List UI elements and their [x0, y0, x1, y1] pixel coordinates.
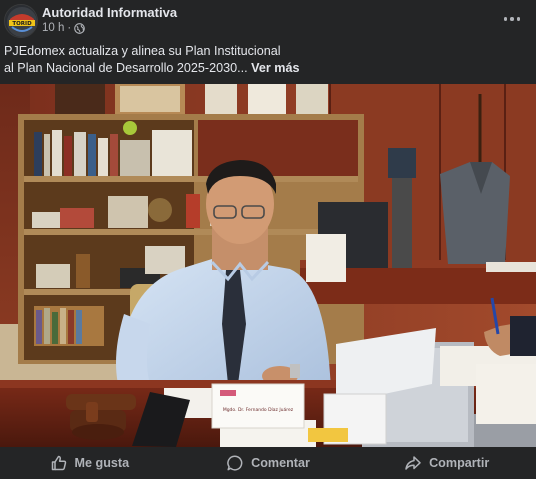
comment-button[interactable]: Comentar: [179, 447, 358, 479]
comment-bubble-icon: [227, 455, 243, 471]
meeting-photo-icon: Mgdo. Dr. Fernando Díaz Juárez: [0, 84, 536, 447]
post-action-bar: Me gusta Comentar Compartir: [0, 447, 536, 479]
more-dot-icon: [503, 17, 508, 21]
meta-separator: ·: [67, 22, 72, 34]
post-caption: PJEdomex actualiza y alinea su Plan Inst…: [4, 43, 524, 77]
globe-icon: [74, 22, 86, 34]
thumbs-up-icon: [51, 455, 66, 471]
news-logo-avatar-icon: TORID: [5, 5, 37, 37]
more-options-button[interactable]: [500, 9, 524, 29]
post-meta: 10 h ·: [42, 22, 86, 34]
nameplate-text: Mgdo. Dr. Fernando Díaz Juárez: [223, 406, 294, 413]
author-name[interactable]: Autoridad Informativa: [42, 5, 177, 20]
share-button[interactable]: Compartir: [357, 447, 536, 479]
facebook-post: TORID Autoridad Informativa 10 h · PJEdo…: [0, 0, 536, 479]
more-dot-icon: [516, 17, 521, 21]
share-arrow-icon: [405, 456, 421, 470]
post-time[interactable]: 10 h: [42, 22, 64, 34]
see-more-link[interactable]: Ver más: [251, 61, 299, 75]
caption-line-1: PJEdomex actualiza y alinea su Plan Inst…: [4, 44, 281, 58]
author-avatar[interactable]: TORID: [4, 4, 38, 38]
caption-line-2: al Plan Nacional de Desarrollo 2025-2030…: [4, 61, 248, 75]
post-header: TORID Autoridad Informativa 10 h ·: [0, 0, 536, 40]
like-button[interactable]: Me gusta: [0, 447, 179, 479]
like-label: Me gusta: [74, 456, 130, 470]
share-label: Compartir: [429, 456, 490, 470]
comment-label: Comentar: [251, 456, 310, 470]
post-photo[interactable]: Mgdo. Dr. Fernando Díaz Juárez: [0, 84, 536, 447]
svg-text:TORID: TORID: [12, 21, 32, 27]
more-dot-icon: [510, 17, 514, 21]
caption-line-2-wrapper: al Plan Nacional de Desarrollo 2025-2030…: [4, 60, 524, 77]
